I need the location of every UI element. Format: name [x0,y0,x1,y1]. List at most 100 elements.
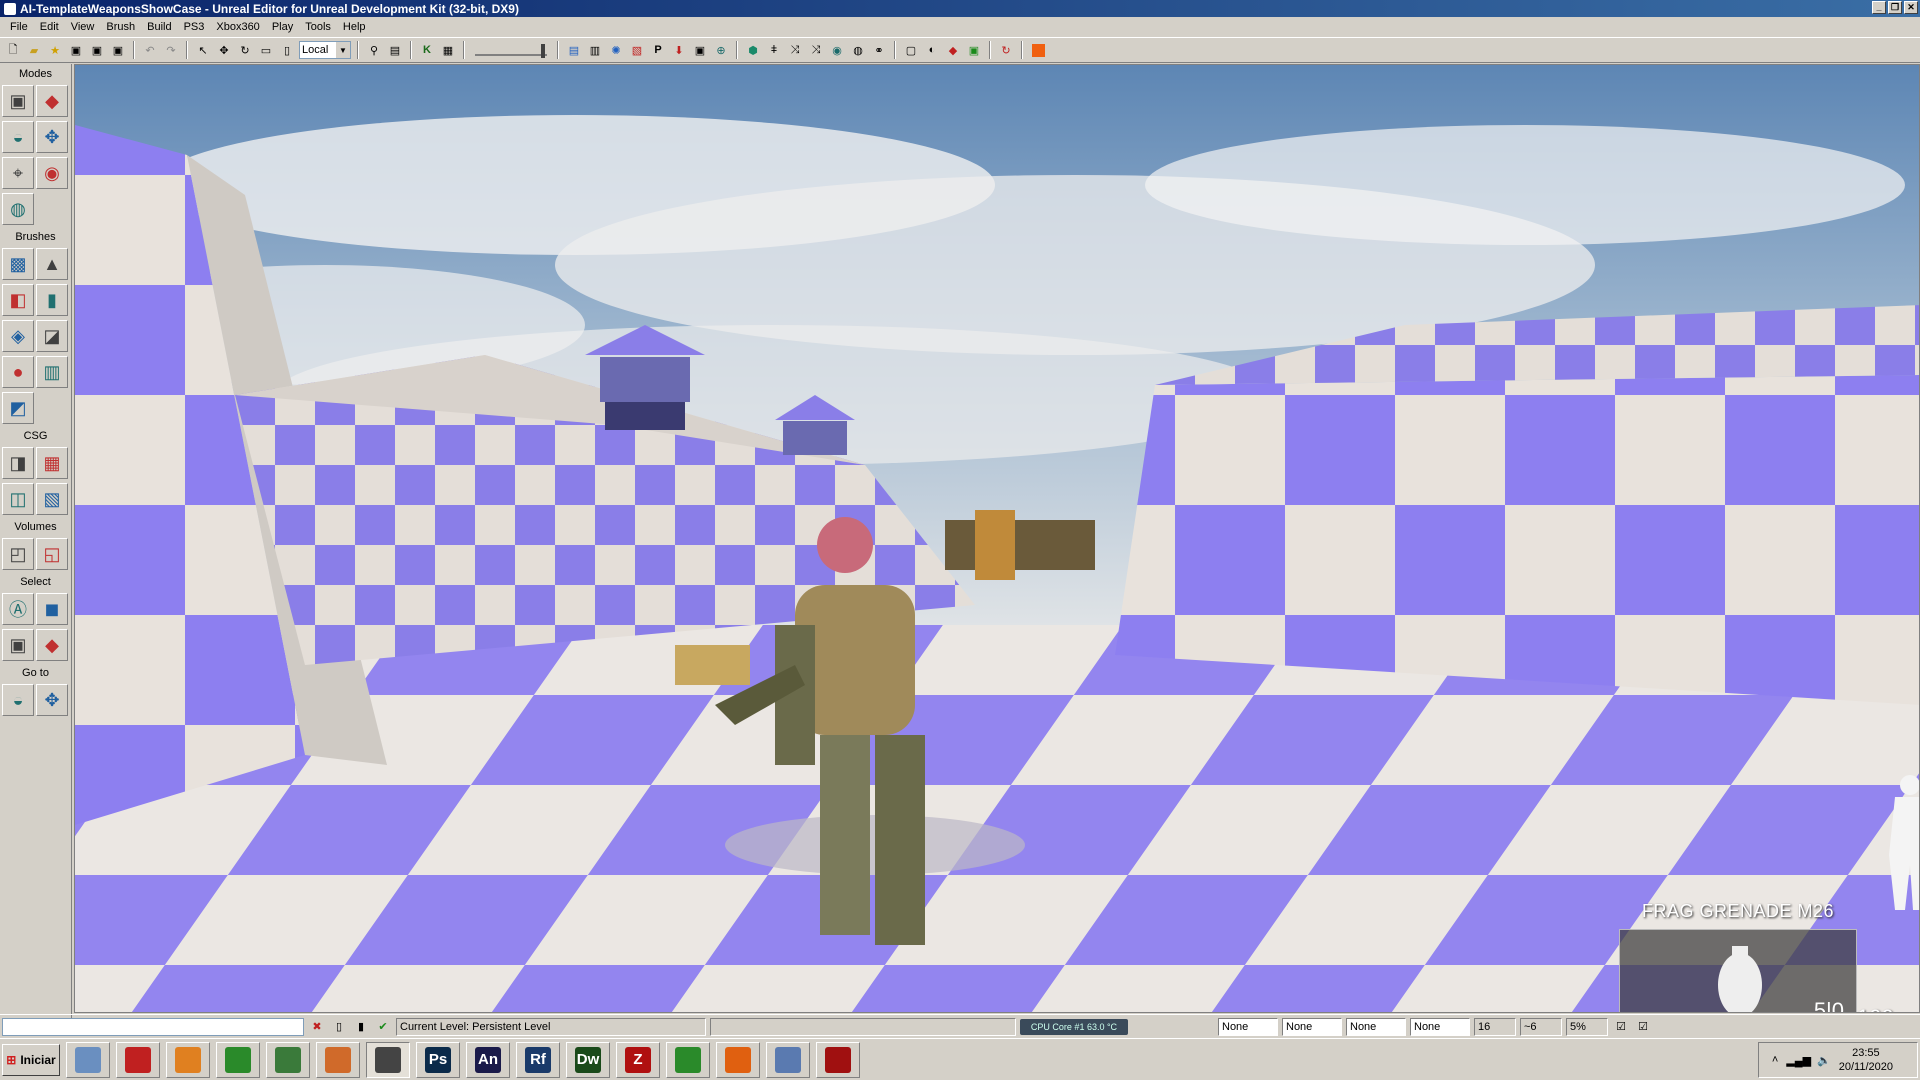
link-icon[interactable]: ⚭ [870,41,888,59]
menu-xbox360[interactable]: Xbox360 [210,21,265,33]
paint-app-icon[interactable] [316,1041,360,1078]
lamp-icon[interactable]: ǂ [765,41,783,59]
sphere-icon[interactable]: ▥ [36,356,68,388]
csg-deintersect-icon[interactable]: ▧ [36,483,68,515]
checkbox-icon[interactable]: ☑ [1612,1018,1630,1036]
drag-grid-field-1[interactable]: None [1218,1017,1278,1036]
media-app-icon[interactable] [166,1041,210,1078]
menu-file[interactable]: File [4,21,34,33]
coordinate-system-select[interactable]: Local ▼ [299,41,351,59]
build-paths-icon[interactable]: ✺ [607,41,625,59]
settings-app-icon[interactable] [66,1041,110,1078]
realtime-icon[interactable]: ◐ [923,41,941,59]
document-icon[interactable]: ▯ [330,1018,348,1036]
goto-actor-icon[interactable]: ◒ [2,684,34,716]
kismet-icon[interactable]: K [418,41,436,59]
drag-grid-slider[interactable] [475,44,547,58]
drag-grid-field-2[interactable]: None [1282,1017,1342,1036]
path-icon[interactable]: ⤨ [786,41,804,59]
network-icon[interactable]: ▂▄▆ [1786,1054,1811,1067]
menu-edit[interactable]: Edit [34,21,65,33]
menu-play[interactable]: Play [266,21,299,33]
menu-build[interactable]: Build [141,21,177,33]
menu-tools[interactable]: Tools [299,21,337,33]
menu-ps3[interactable]: PS3 [178,21,211,33]
network-app-icon[interactable] [766,1041,810,1078]
csg-add-icon[interactable]: ◨ [2,447,34,479]
menu-help[interactable]: Help [337,21,372,33]
dreamweaver-app-icon[interactable]: Dw [566,1041,610,1078]
console-icon[interactable]: ▣ [691,41,709,59]
photoshop-app-icon[interactable]: Ps [416,1041,460,1078]
cone-icon[interactable]: ▲ [36,248,68,280]
path-sizes-icon[interactable]: ⤨ [807,41,825,59]
chart-app-icon[interactable] [216,1041,260,1078]
chrome-app-icon[interactable] [666,1041,710,1078]
matinee-icon[interactable]: ▦ [439,41,457,59]
geometry-icon[interactable]: ◆ [36,85,68,117]
rotate-icon[interactable]: ↻ [236,41,254,59]
monitor-icon[interactable]: ▣ [965,41,983,59]
viewport-icon[interactable]: ▢ [902,41,920,59]
world-icon[interactable]: ⊕ [712,41,730,59]
terrain-icon[interactable]: ◒ [2,121,34,153]
tray-arrow-icon[interactable]: ˄ [1772,1054,1778,1066]
drag-grid-field-4[interactable]: None [1410,1017,1470,1036]
volume-icon[interactable]: ◰ [2,538,34,570]
generic-browser-icon[interactable]: ▤ [386,41,404,59]
build-lighting-icon[interactable]: ▥ [586,41,604,59]
close-button[interactable]: ✕ [1904,1,1918,14]
error-icon[interactable]: ✖ [308,1018,326,1036]
firefox-app-icon[interactable] [716,1041,760,1078]
drag-grid-field-3[interactable]: None [1346,1017,1406,1036]
cube-icon[interactable]: ▩ [2,248,34,280]
game-icon[interactable]: ◆ [944,41,962,59]
select-all-icon[interactable]: ▣ [2,629,34,661]
favorite-icon[interactable]: ★ [46,41,64,59]
refresh-icon[interactable]: ↻ [997,41,1015,59]
mesh-paint-icon[interactable]: ◉ [36,157,68,189]
csg-intersect-icon[interactable]: ◫ [2,483,34,515]
command-combo[interactable] [2,1017,304,1036]
texture-icon[interactable]: ◍ [2,193,34,225]
goto-builder-icon[interactable]: ✥ [36,684,68,716]
game-app-icon[interactable] [816,1041,860,1078]
linear-stairs-icon[interactable]: ◈ [2,320,34,352]
acrobat-app-icon[interactable] [116,1041,160,1078]
undo-icon[interactable]: ↶ [141,41,159,59]
translate-icon[interactable]: ✥ [215,41,233,59]
actor-icon[interactable]: ◍ [849,41,867,59]
minimize-button[interactable]: _ [1872,1,1886,14]
redo-icon[interactable]: ↷ [162,41,180,59]
udk-app-icon[interactable] [366,1041,410,1078]
shield-icon[interactable]: ⬢ [744,41,762,59]
play-icon[interactable]: ⬇ [670,41,688,59]
nonuniform-scale-icon[interactable]: ▯ [278,41,296,59]
csg-subtract-icon[interactable]: ▦ [36,447,68,479]
3d-viewport[interactable]: FRAG GRENADE M26 5|0 100 [74,64,1920,1013]
sheet-icon[interactable]: ◪ [36,320,68,352]
start-button[interactable]: ⊞ Iniciar [2,1043,60,1076]
select-icon[interactable]: ↖ [194,41,212,59]
show-selected-icon[interactable]: Ⓐ [2,593,34,625]
spiral-stairs-icon[interactable]: ● [2,356,34,388]
volume-list-icon[interactable]: ◱ [36,538,68,570]
build-cover-icon[interactable]: ▧ [628,41,646,59]
menu-brush[interactable]: Brush [100,21,141,33]
rotation-snap[interactable]: ~6 [1520,1017,1562,1036]
camera-icon[interactable]: ▣ [2,85,34,117]
level-icon[interactable]: ▮ [352,1018,370,1036]
paint-icon[interactable]: ⌖ [2,157,34,189]
build-geometry-icon[interactable]: ▤ [565,41,583,59]
clock[interactable]: 23:55 20/11/2020 [1839,1046,1893,1074]
stop-icon[interactable] [1029,41,1047,59]
volume-icon[interactable]: 🔈 [1817,1054,1831,1067]
check-icon[interactable]: ✔ [374,1018,392,1036]
save-icon[interactable]: ▣ [67,41,85,59]
hide-selected-icon[interactable]: ◼ [36,593,68,625]
grid-size[interactable]: 16 [1474,1017,1516,1036]
checkbox-icon[interactable]: ☑ [1634,1018,1652,1036]
restore-button[interactable]: ❐ [1888,1,1902,14]
scale-snap[interactable]: 5% [1566,1017,1608,1036]
move-icon[interactable]: ✥ [36,121,68,153]
